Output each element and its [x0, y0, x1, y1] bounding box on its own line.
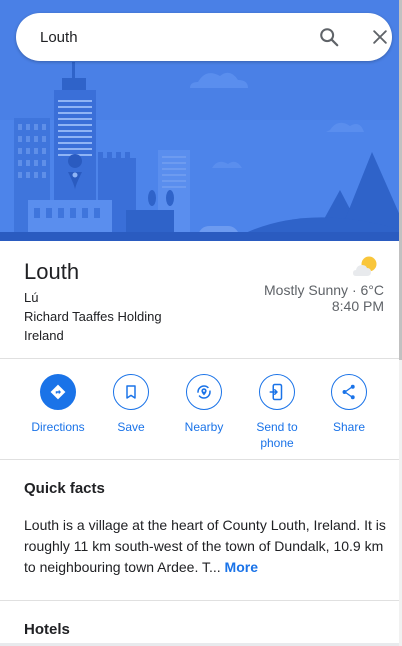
more-link[interactable]: More — [225, 559, 258, 575]
share-label: Share — [332, 420, 366, 434]
share-icon — [331, 374, 367, 410]
divider — [0, 358, 399, 359]
send-to-phone-button[interactable]: Send to phone — [241, 374, 313, 451]
search-bar — [16, 13, 392, 61]
divider — [0, 459, 399, 460]
nearby-icon — [186, 374, 222, 410]
quick-facts-body: Louth is a village at the heart of Count… — [24, 517, 386, 575]
place-locality: Richard Taaffes Holding — [24, 309, 162, 324]
quick-facts-text: Louth is a village at the heart of Count… — [24, 515, 386, 578]
quick-facts-title: Quick facts — [24, 480, 105, 497]
nearby-button[interactable]: Nearby — [168, 374, 240, 435]
place-local-name: Lú — [24, 290, 39, 305]
share-button[interactable]: Share — [313, 374, 385, 435]
nearby-label: Nearby — [184, 420, 224, 434]
weather-condition: Mostly Sunny · 6°C — [264, 282, 384, 298]
partly-sunny-icon — [353, 256, 377, 276]
search-icon[interactable] — [318, 26, 340, 48]
directions-label: Directions — [31, 420, 85, 434]
divider — [0, 600, 399, 601]
save-label: Save — [117, 420, 145, 434]
send-to-phone-label: Send to phone — [256, 420, 298, 450]
bookmark-icon — [113, 374, 149, 410]
weather-time: 8:40 PM — [331, 298, 384, 314]
search-input[interactable] — [40, 13, 290, 61]
send-to-phone-icon — [259, 374, 295, 410]
directions-button[interactable]: Directions — [22, 374, 94, 435]
directions-icon — [40, 374, 76, 410]
hotels-title: Hotels — [24, 621, 70, 638]
save-button[interactable]: Save — [95, 374, 167, 435]
place-title: Louth — [24, 259, 80, 284]
close-icon[interactable] — [370, 27, 390, 47]
place-country: Ireland — [24, 328, 64, 343]
